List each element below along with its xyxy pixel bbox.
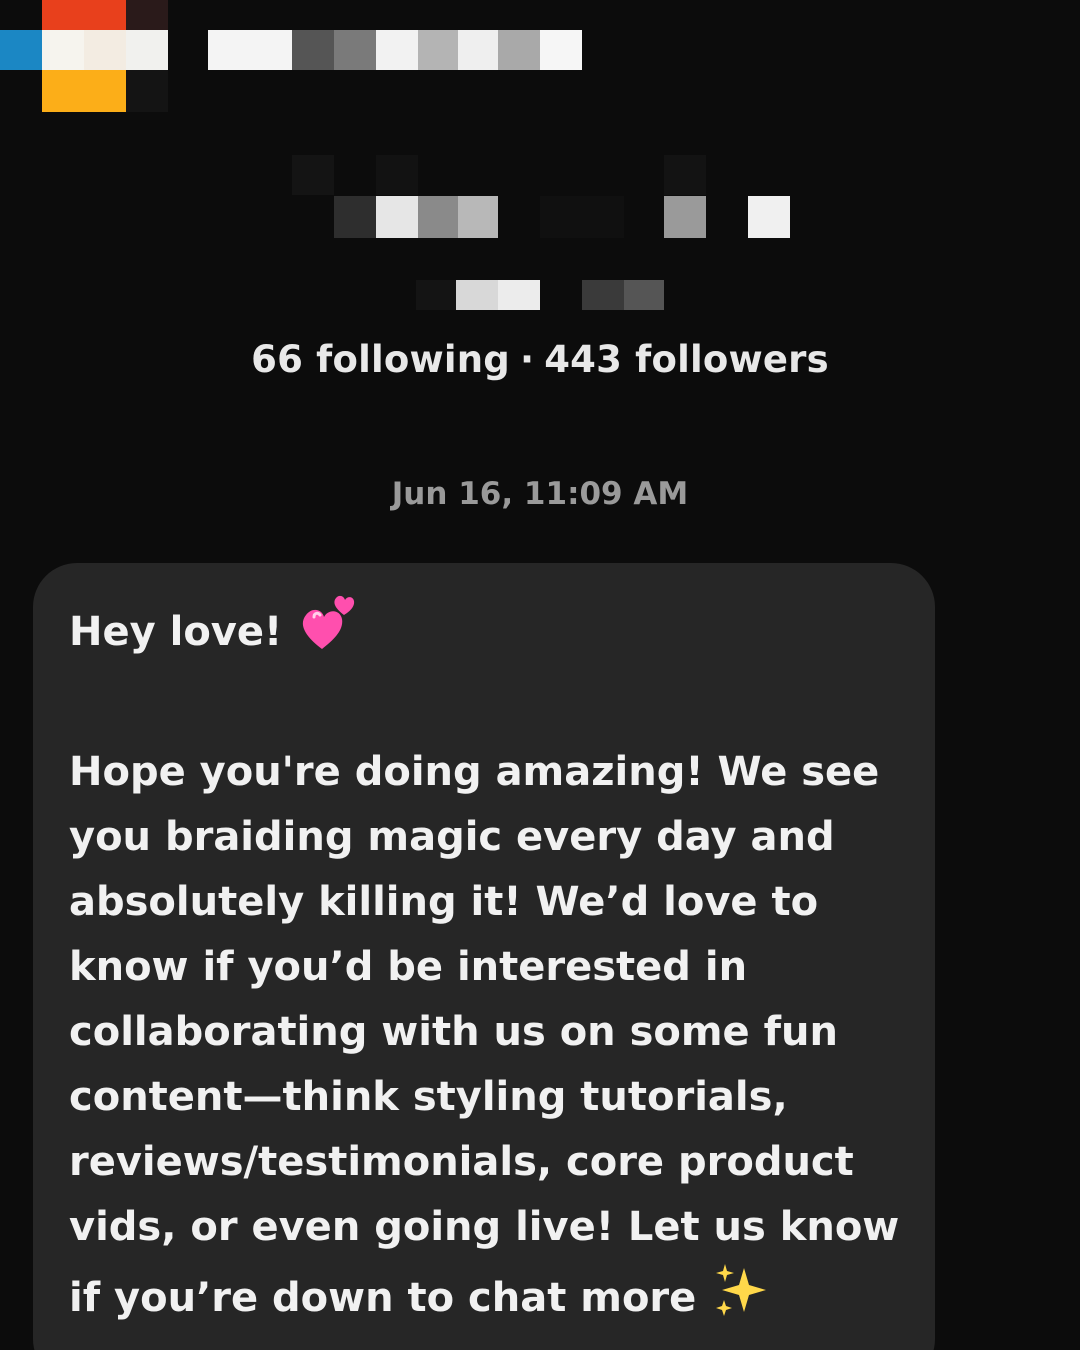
avatar-pixel — [0, 30, 42, 70]
follow-stats: 66 following · 443 followers — [0, 336, 1080, 384]
avatar-pixel — [42, 70, 126, 112]
message-line: Hope you're doing amazing! We see — [69, 749, 880, 795]
message-greeting: Hey love! — [69, 609, 283, 655]
following-count[interactable]: 66 — [251, 338, 303, 381]
avatar-pixel — [126, 30, 168, 70]
message-line: collaborating with us on some fun — [69, 1009, 838, 1055]
followers-label[interactable]: followers — [635, 338, 829, 381]
stats-separator: · — [519, 338, 535, 381]
message-timestamp: Jun 16, 11:09 AM — [391, 476, 689, 512]
message-line: you braiding magic every day and — [69, 814, 835, 860]
message-line: if you’re down to chat more — [69, 1275, 697, 1321]
following-label[interactable]: following — [316, 338, 510, 381]
avatar-pixel — [42, 30, 84, 70]
avatar-pixel — [42, 0, 126, 30]
sparkles-icon — [712, 1260, 772, 1340]
avatar-pixel — [126, 0, 168, 30]
message-bubble[interactable]: Hey love! Hope you're doing amazing! We … — [33, 563, 935, 1350]
avatar-pixel — [126, 70, 168, 112]
message-last-line: if you’re down to chat more — [69, 1260, 915, 1340]
message-line: vids, or even going live! Let us know — [69, 1204, 900, 1250]
dm-screen: 66 following · 443 followers Jun 16, 11:09… — [0, 0, 1080, 1350]
followers-count[interactable]: 443 — [544, 338, 622, 381]
message-line: content—think styling tutorials, — [69, 1074, 788, 1120]
message-line: reviews/testimonials, core product — [69, 1139, 854, 1185]
message-line: absolutely killing it! We’d love to — [69, 879, 819, 925]
two-hearts-icon — [300, 593, 362, 675]
message-greeting-line: Hey love! — [69, 593, 915, 675]
avatar-pixel — [84, 30, 126, 70]
message-line: know if you’d be interested in — [69, 944, 748, 990]
